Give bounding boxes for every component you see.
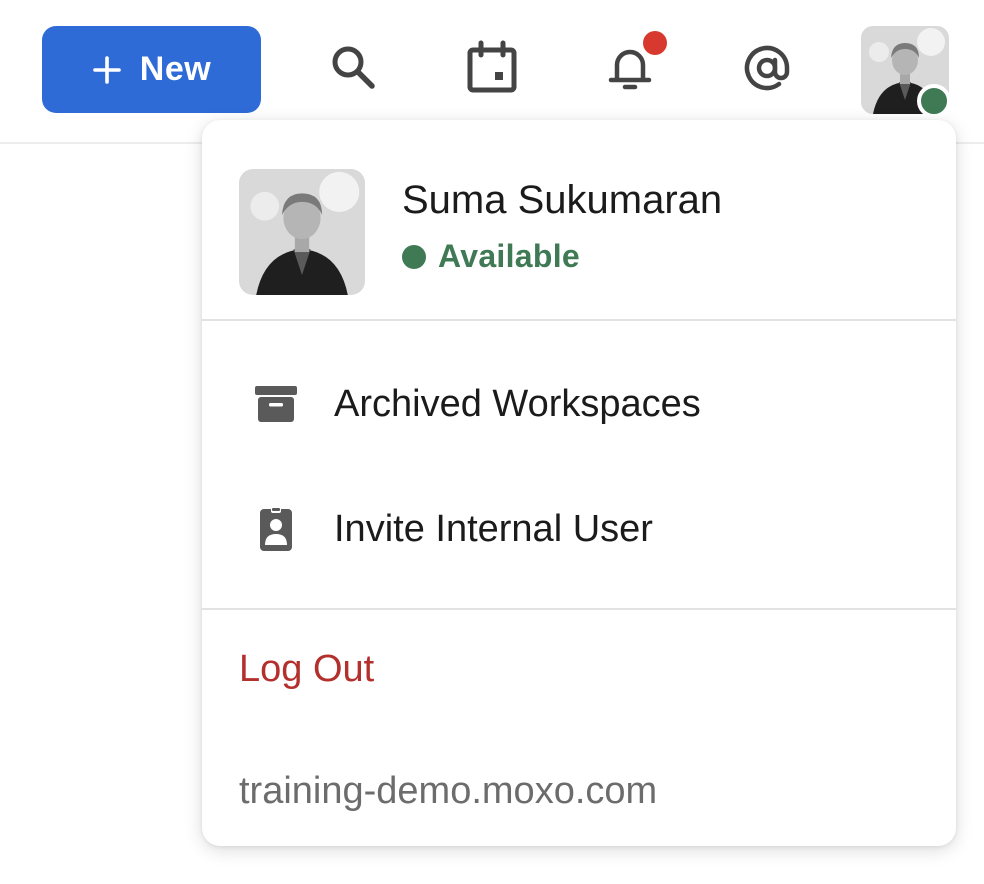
notification-badge [643,31,667,55]
avatar-photo-large [239,169,365,295]
profile-section: Suma Sukumaran Available [202,120,956,320]
id-badge-icon [252,505,300,553]
presence-indicator [917,84,951,118]
org-domain: training-demo.moxo.com [239,770,658,812]
archive-box-icon [252,380,300,428]
user-menu-dropdown: Suma Sukumaran Available Archived Worksp… [202,120,956,846]
user-name: Suma Sukumaran [402,178,723,222]
status-dot [402,244,426,269]
plus-icon [92,55,121,84]
calendar-button[interactable] [460,36,524,100]
menu-item-label: Invite Internal User [334,507,653,550]
divider [202,319,956,321]
page: New Suma Sukumaran Available Archived Wo… [0,0,984,884]
avatar [239,169,365,295]
divider [202,608,956,610]
menu-item-archived-workspaces[interactable]: Archived Workspaces [202,354,956,454]
new-button-label: New [139,50,212,88]
logout-button[interactable]: Log Out [239,648,374,691]
mentions-button[interactable] [735,36,799,100]
calendar-icon [467,40,517,93]
menu-item-invite-internal-user[interactable]: Invite Internal User [202,479,956,579]
status-indicator: Available [402,238,580,275]
menu-item-label: Archived Workspaces [334,382,701,425]
search-button[interactable] [322,36,386,100]
status-text: Available [438,238,581,274]
new-button[interactable]: New [42,26,261,113]
at-sign-icon [744,45,790,91]
search-icon [332,46,375,89]
